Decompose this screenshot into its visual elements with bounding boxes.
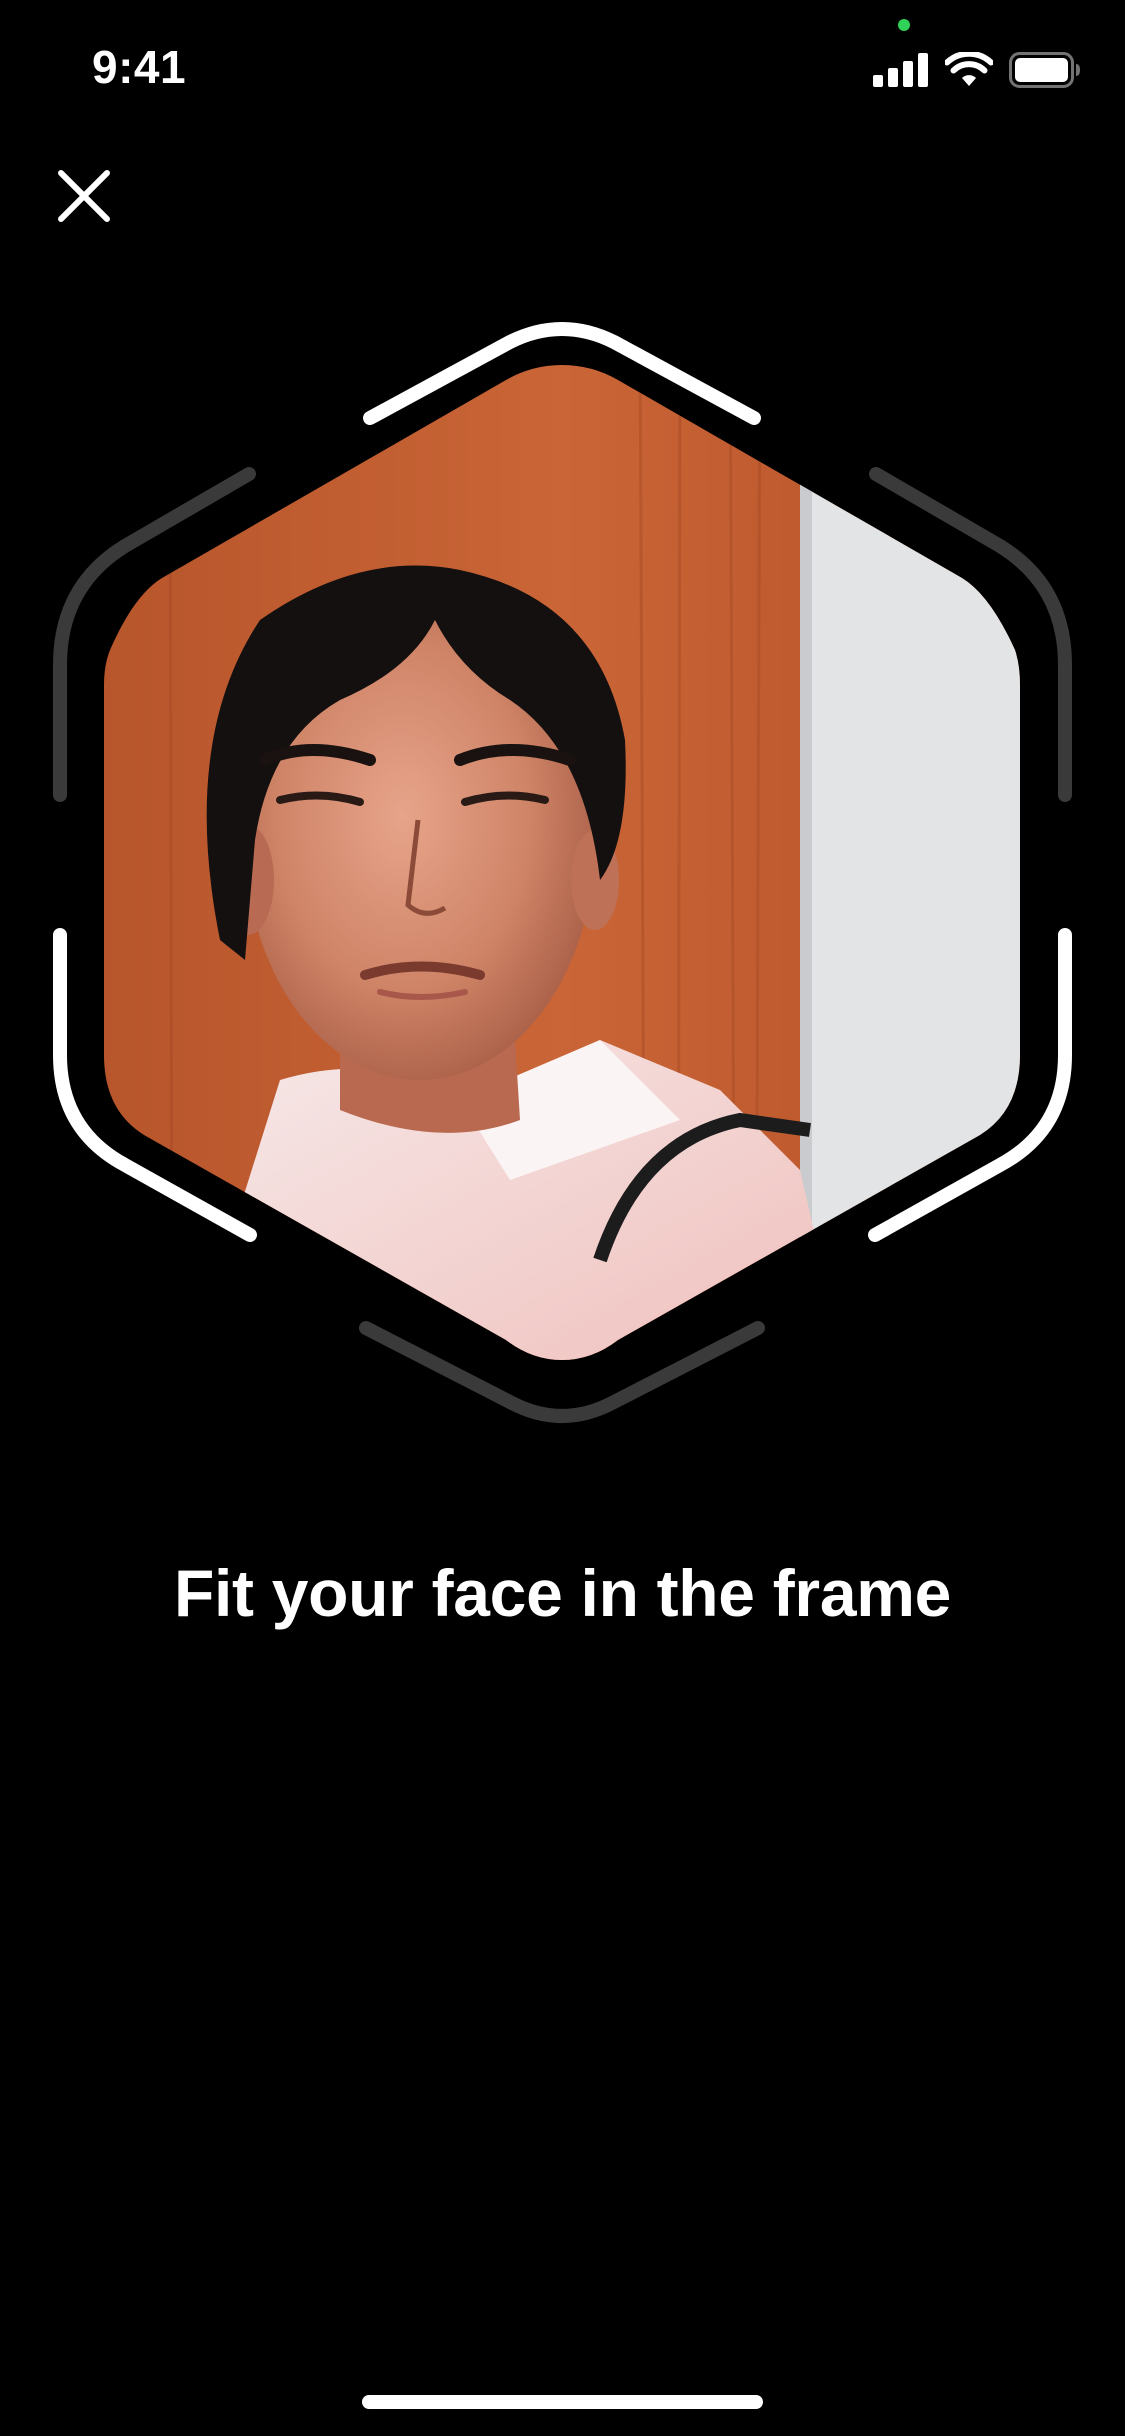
status-icons	[873, 50, 1081, 90]
close-button[interactable]	[48, 160, 120, 232]
status-time: 9:41	[92, 41, 187, 93]
camera-feed-image	[104, 365, 1020, 1360]
home-indicator[interactable]	[362, 2395, 763, 2409]
camera-in-use-indicator	[898, 19, 910, 31]
instruction-text: Fit your face in the frame	[173, 1556, 952, 1630]
status-bar: 9:41	[0, 0, 1125, 132]
close-icon	[58, 170, 110, 222]
wifi-icon	[945, 52, 993, 86]
camera-preview	[40, 320, 1085, 1430]
cellular-signal-icon	[873, 53, 928, 87]
face-frame	[53, 322, 1072, 1423]
battery-icon	[1009, 52, 1080, 88]
